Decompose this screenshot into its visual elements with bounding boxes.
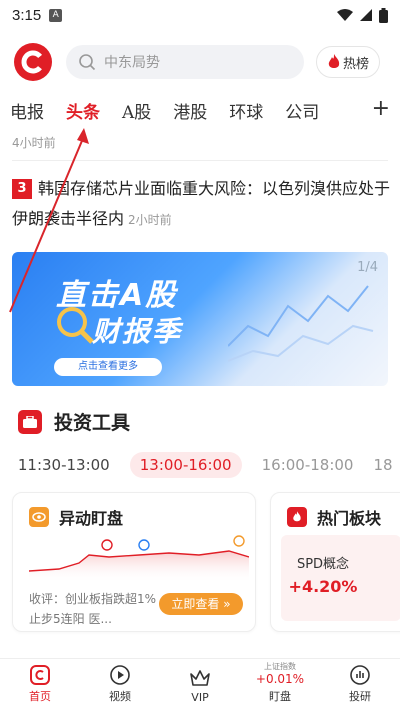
card-sector-title: 热门板块 [317, 509, 382, 528]
timeslot-4[interactable]: 18 [373, 456, 392, 474]
tools-title: 投资工具 [54, 412, 131, 434]
clock: 3:15 [12, 6, 42, 24]
search-input[interactable]: 中东局势 [66, 45, 304, 79]
wifi-icon [337, 9, 353, 21]
tools-section-header: 投资工具 [18, 408, 130, 435]
alert-marker [233, 535, 245, 547]
crown-icon [190, 670, 210, 686]
news-time: 2小时前 [128, 213, 172, 227]
divider [12, 160, 388, 161]
movement-monitor-card[interactable]: 异动盯盘 收评：创业板指跌超1%止步5连阳 医... 立即查看 » [12, 492, 256, 632]
header: 中东局势 热榜 [0, 40, 400, 84]
category-tabs: 电报 头条 A股 港股 环球 公司 [0, 92, 400, 128]
nav-research-label: 投研 [349, 690, 371, 703]
home-icon [30, 665, 50, 685]
tab-global[interactable]: 环球 [229, 98, 263, 123]
flame-icon [328, 54, 340, 68]
banner-title-line1: 直击A股 [56, 278, 178, 313]
eye-icon [29, 507, 49, 527]
hot-sector-flame-icon [287, 507, 307, 527]
signal-icon [360, 9, 372, 21]
nav-watch-label: 盯盘 [269, 690, 291, 703]
sector-change: +4.20% [288, 577, 358, 596]
news-item[interactable]: 3 韩国存储芯片业面临重大风险：以色列溴供应处于伊朗袭击半径内 2小时前 [12, 174, 390, 235]
banner-pager: 1/4 [357, 260, 378, 275]
add-tab-icon[interactable]: + [372, 96, 390, 121]
timeslot-1[interactable]: 11:30-13:00 [18, 456, 110, 474]
nav-research[interactable]: 投研 [320, 659, 400, 710]
time-slot-bar: ) 11:30-13:00 13:00-16:00 16:00-18:00 18 [0, 450, 400, 480]
battery-icon [379, 7, 388, 23]
banner-cta-button[interactable]: 点击查看更多 [54, 358, 162, 376]
nav-vip-label: VIP [191, 691, 209, 704]
alert-marker [101, 539, 113, 551]
bottom-nav: 首页 视频 VIP 上证指数 +0.01% 盯盘 投研 [0, 658, 400, 710]
nav-watch[interactable]: 上证指数 +0.01% 盯盘 [240, 659, 320, 710]
sector-name: SPD概念 [296, 557, 350, 572]
search-icon [79, 54, 96, 71]
notification-icon: A [49, 8, 63, 22]
news-title: 韩国存储芯片业面临重大风险：以色列溴供应处于伊朗袭击半径内 [12, 179, 391, 228]
tab-hk-stocks[interactable]: 港股 [173, 98, 207, 123]
previous-item-time: 4小时前 [12, 136, 56, 150]
view-now-button[interactable]: 立即查看 » [159, 593, 243, 615]
tab-a-shares[interactable]: A股 [122, 98, 151, 123]
nav-home[interactable]: 首页 [0, 659, 80, 710]
hot-list-button[interactable]: 热榜 [316, 46, 380, 78]
tab-company[interactable]: 公司 [285, 98, 319, 123]
rank-badge: 3 [12, 179, 32, 199]
logo-c-icon [21, 50, 45, 74]
briefcase-icon [18, 409, 42, 434]
bar-chart-icon [350, 665, 370, 685]
index-change: +0.01% [255, 672, 305, 686]
nav-home-label: 首页 [29, 690, 51, 703]
index-name: 上证指数 [264, 662, 296, 671]
market-comment: 收评：创业板指跌超1%止步5连阳 医... [29, 592, 157, 626]
tab-flash[interactable]: 电报 [10, 98, 44, 123]
sector-tile[interactable]: SPD概念 +4.20% [281, 535, 400, 621]
app-logo[interactable] [14, 43, 52, 81]
promo-banner[interactable]: 直击A股 财报季 点击查看更多 1/4 [12, 252, 388, 386]
banner-title-line2: 财报季 [92, 315, 183, 348]
intraday-sparkline [29, 535, 249, 583]
tab-headlines[interactable]: 头条 [66, 98, 100, 123]
hot-list-label: 热榜 [342, 56, 369, 72]
search-placeholder: 中东局势 [104, 55, 160, 71]
nav-video-label: 视频 [109, 690, 131, 703]
timeslot-3[interactable]: 16:00-18:00 [262, 456, 354, 474]
status-bar: 3:15 A [0, 0, 400, 30]
timeslot-2[interactable]: 13:00-16:00 [129, 452, 242, 478]
nav-vip[interactable]: VIP [160, 659, 240, 710]
chart-decoration-icon [228, 285, 374, 362]
play-icon [110, 665, 130, 685]
hot-sectors-card[interactable]: 热门板块 SPD概念 +4.20% [270, 492, 400, 632]
card-monitor-title: 异动盯盘 [59, 509, 124, 528]
alert-marker [138, 539, 150, 551]
nav-video[interactable]: 视频 [80, 659, 160, 710]
